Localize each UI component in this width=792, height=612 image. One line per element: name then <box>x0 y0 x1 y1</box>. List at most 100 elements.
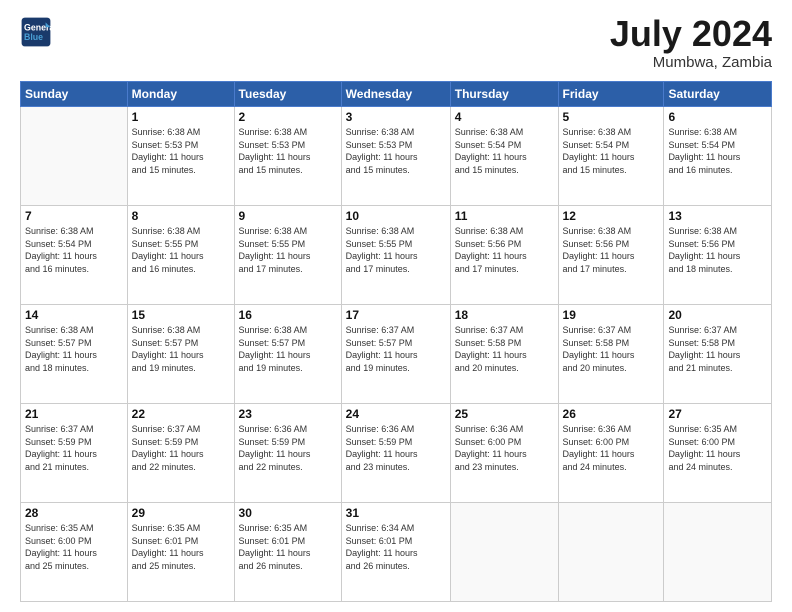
table-cell: 20 Sunrise: 6:37 AM Sunset: 5:58 PM Dayli… <box>664 305 772 404</box>
table-cell: 5 Sunrise: 6:38 AM Sunset: 5:54 PM Daylig… <box>558 107 664 206</box>
day-number: 22 <box>132 407 230 421</box>
day-number: 5 <box>563 110 660 124</box>
day-number: 4 <box>455 110 554 124</box>
day-info: Sunrise: 6:38 AM Sunset: 5:54 PM Dayligh… <box>25 225 123 275</box>
day-number: 9 <box>239 209 337 223</box>
table-cell: 10Sunrise: 6:38 AM Sunset: 5:55 PM Dayli… <box>341 206 450 305</box>
table-cell <box>558 503 664 602</box>
calendar-table: Sunday Monday Tuesday Wednesday Thursday… <box>20 81 772 602</box>
day-info: Sunrise: 6:38 AM Sunset: 5:55 PM Dayligh… <box>239 225 337 275</box>
day-info: Sunrise: 6:35 AM Sunset: 6:00 PM Dayligh… <box>25 522 123 572</box>
svg-text:Blue: Blue <box>24 32 43 42</box>
day-info: Sunrise: 6:38 AM Sunset: 5:53 PM Dayligh… <box>239 126 337 176</box>
day-number: 2 <box>239 110 337 124</box>
table-cell: 22 Sunrise: 6:37 AM Sunset: 5:59 PM Dayli… <box>127 404 234 503</box>
day-number: 23 <box>239 407 337 421</box>
col-thursday: Thursday <box>450 82 558 107</box>
weekday-header-row: Sunday Monday Tuesday Wednesday Thursday… <box>21 82 772 107</box>
day-number: 17 <box>346 308 446 322</box>
col-wednesday: Wednesday <box>341 82 450 107</box>
table-cell: 27Sunrise: 6:35 AM Sunset: 6:00 PM Dayli… <box>664 404 772 503</box>
table-cell <box>450 503 558 602</box>
day-info: Sunrise: 6:36 AM Sunset: 5:59 PM Dayligh… <box>239 423 337 473</box>
day-number: 15 <box>132 308 230 322</box>
calendar-subtitle: Mumbwa, Zambia <box>610 54 772 71</box>
calendar-week-row: 7 Sunrise: 6:38 AM Sunset: 5:54 PM Daylig… <box>21 206 772 305</box>
day-number: 30 <box>239 506 337 520</box>
table-cell: 11 Sunrise: 6:38 AM Sunset: 5:56 PM Dayli… <box>450 206 558 305</box>
table-cell: 23 Sunrise: 6:36 AM Sunset: 5:59 PM Dayli… <box>234 404 341 503</box>
day-number: 1 <box>132 110 230 124</box>
day-info: Sunrise: 6:38 AM Sunset: 5:53 PM Dayligh… <box>346 126 446 176</box>
table-cell: 3Sunrise: 6:38 AM Sunset: 5:53 PM Daylig… <box>341 107 450 206</box>
day-info: Sunrise: 6:37 AM Sunset: 5:59 PM Dayligh… <box>25 423 123 473</box>
svg-text:General: General <box>24 22 52 32</box>
day-number: 28 <box>25 506 123 520</box>
table-cell: 8 Sunrise: 6:38 AM Sunset: 5:55 PM Daylig… <box>127 206 234 305</box>
day-number: 21 <box>25 407 123 421</box>
table-cell: 4 Sunrise: 6:38 AM Sunset: 5:54 PM Daylig… <box>450 107 558 206</box>
day-number: 8 <box>132 209 230 223</box>
day-info: Sunrise: 6:38 AM Sunset: 5:54 PM Dayligh… <box>563 126 660 176</box>
day-info: Sunrise: 6:37 AM Sunset: 5:58 PM Dayligh… <box>668 324 767 374</box>
table-cell: 21 Sunrise: 6:37 AM Sunset: 5:59 PM Dayli… <box>21 404 128 503</box>
table-cell: 19 Sunrise: 6:37 AM Sunset: 5:58 PM Dayli… <box>558 305 664 404</box>
day-info: Sunrise: 6:38 AM Sunset: 5:54 PM Dayligh… <box>668 126 767 176</box>
table-cell: 28 Sunrise: 6:35 AM Sunset: 6:00 PM Dayli… <box>21 503 128 602</box>
day-number: 16 <box>239 308 337 322</box>
day-info: Sunrise: 6:38 AM Sunset: 5:54 PM Dayligh… <box>455 126 554 176</box>
day-info: Sunrise: 6:35 AM Sunset: 6:01 PM Dayligh… <box>132 522 230 572</box>
day-info: Sunrise: 6:38 AM Sunset: 5:57 PM Dayligh… <box>239 324 337 374</box>
day-number: 24 <box>346 407 446 421</box>
table-cell: 25 Sunrise: 6:36 AM Sunset: 6:00 PM Dayli… <box>450 404 558 503</box>
day-number: 18 <box>455 308 554 322</box>
day-info: Sunrise: 6:35 AM Sunset: 6:01 PM Dayligh… <box>239 522 337 572</box>
day-info: Sunrise: 6:37 AM Sunset: 5:58 PM Dayligh… <box>455 324 554 374</box>
table-cell: 26Sunrise: 6:36 AM Sunset: 6:00 PM Dayli… <box>558 404 664 503</box>
day-number: 12 <box>563 209 660 223</box>
day-number: 11 <box>455 209 554 223</box>
day-info: Sunrise: 6:38 AM Sunset: 5:55 PM Dayligh… <box>132 225 230 275</box>
day-number: 13 <box>668 209 767 223</box>
day-info: Sunrise: 6:36 AM Sunset: 6:00 PM Dayligh… <box>455 423 554 473</box>
day-number: 25 <box>455 407 554 421</box>
day-info: Sunrise: 6:37 AM Sunset: 5:57 PM Dayligh… <box>346 324 446 374</box>
table-cell: 31Sunrise: 6:34 AM Sunset: 6:01 PM Dayli… <box>341 503 450 602</box>
table-cell: 17 Sunrise: 6:37 AM Sunset: 5:57 PM Dayli… <box>341 305 450 404</box>
table-cell: 2 Sunrise: 6:38 AM Sunset: 5:53 PM Daylig… <box>234 107 341 206</box>
title-block: July 2024 Mumbwa, Zambia <box>610 16 772 71</box>
day-number: 31 <box>346 506 446 520</box>
day-number: 6 <box>668 110 767 124</box>
day-info: Sunrise: 6:38 AM Sunset: 5:56 PM Dayligh… <box>455 225 554 275</box>
col-saturday: Saturday <box>664 82 772 107</box>
col-friday: Friday <box>558 82 664 107</box>
table-cell: 14Sunrise: 6:38 AM Sunset: 5:57 PM Dayli… <box>21 305 128 404</box>
table-cell: 6 Sunrise: 6:38 AM Sunset: 5:54 PM Daylig… <box>664 107 772 206</box>
calendar-week-row: 1 Sunrise: 6:38 AM Sunset: 5:53 PM Daylig… <box>21 107 772 206</box>
col-monday: Monday <box>127 82 234 107</box>
day-info: Sunrise: 6:38 AM Sunset: 5:56 PM Dayligh… <box>668 225 767 275</box>
day-number: 29 <box>132 506 230 520</box>
table-cell: 24 Sunrise: 6:36 AM Sunset: 5:59 PM Dayli… <box>341 404 450 503</box>
table-cell: 29 Sunrise: 6:35 AM Sunset: 6:01 PM Dayli… <box>127 503 234 602</box>
table-cell: 15 Sunrise: 6:38 AM Sunset: 5:57 PM Dayli… <box>127 305 234 404</box>
table-cell <box>21 107 128 206</box>
calendar-title: July 2024 <box>610 16 772 52</box>
day-number: 20 <box>668 308 767 322</box>
col-tuesday: Tuesday <box>234 82 341 107</box>
table-cell: 12 Sunrise: 6:38 AM Sunset: 5:56 PM Dayli… <box>558 206 664 305</box>
day-info: Sunrise: 6:36 AM Sunset: 5:59 PM Dayligh… <box>346 423 446 473</box>
day-info: Sunrise: 6:37 AM Sunset: 5:58 PM Dayligh… <box>563 324 660 374</box>
day-info: Sunrise: 6:38 AM Sunset: 5:53 PM Dayligh… <box>132 126 230 176</box>
table-cell: 13 Sunrise: 6:38 AM Sunset: 5:56 PM Dayli… <box>664 206 772 305</box>
logo-icon: General Blue <box>20 16 52 48</box>
day-info: Sunrise: 6:36 AM Sunset: 6:00 PM Dayligh… <box>563 423 660 473</box>
header: General Blue July 2024 Mumbwa, Zambia <box>20 16 772 71</box>
day-number: 19 <box>563 308 660 322</box>
day-info: Sunrise: 6:38 AM Sunset: 5:57 PM Dayligh… <box>132 324 230 374</box>
page: General Blue July 2024 Mumbwa, Zambia Su… <box>0 0 792 612</box>
day-info: Sunrise: 6:38 AM Sunset: 5:56 PM Dayligh… <box>563 225 660 275</box>
day-number: 7 <box>25 209 123 223</box>
table-cell: 1 Sunrise: 6:38 AM Sunset: 5:53 PM Daylig… <box>127 107 234 206</box>
day-info: Sunrise: 6:37 AM Sunset: 5:59 PM Dayligh… <box>132 423 230 473</box>
